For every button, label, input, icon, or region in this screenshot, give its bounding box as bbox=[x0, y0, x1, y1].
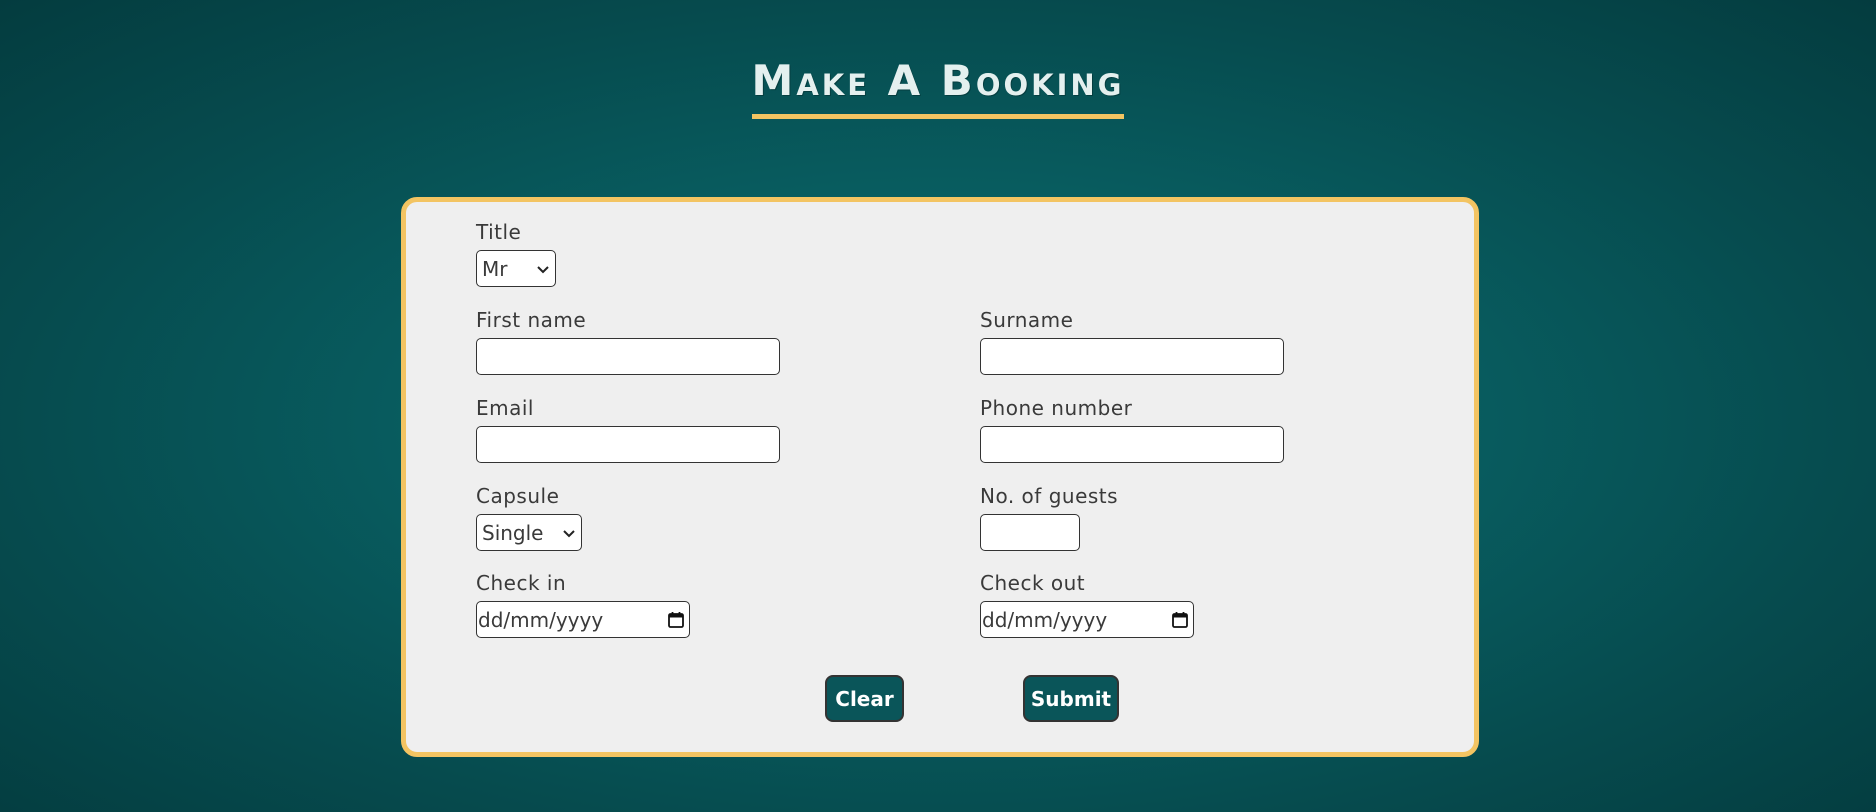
guests-input[interactable] bbox=[980, 514, 1080, 551]
calendar-icon[interactable] bbox=[667, 611, 685, 629]
check-out-field: Check out dd/mm/yyyy bbox=[980, 573, 1194, 638]
phone-input[interactable] bbox=[980, 426, 1284, 463]
calendar-icon[interactable] bbox=[1171, 611, 1189, 629]
first-name-field: First name bbox=[476, 310, 780, 375]
title-field: Title Mr bbox=[476, 222, 556, 287]
capsule-select-value: Single bbox=[482, 520, 544, 545]
email-field: Email bbox=[476, 398, 780, 463]
phone-label: Phone number bbox=[980, 396, 1133, 420]
check-in-field: Check in dd/mm/yyyy bbox=[476, 573, 690, 638]
submit-button[interactable]: Submit bbox=[1023, 675, 1119, 722]
check-out-label: Check out bbox=[980, 571, 1086, 595]
surname-field: Surname bbox=[980, 310, 1284, 375]
first-name-input[interactable] bbox=[476, 338, 780, 375]
check-out-input[interactable]: dd/mm/yyyy bbox=[980, 601, 1194, 638]
check-in-label: Check in bbox=[476, 571, 567, 595]
page-header: Make A Booking bbox=[0, 60, 1876, 119]
check-out-placeholder: dd/mm/yyyy bbox=[982, 607, 1108, 632]
first-name-label: First name bbox=[476, 308, 587, 332]
surname-input[interactable] bbox=[980, 338, 1284, 375]
surname-label: Surname bbox=[980, 308, 1074, 332]
chevron-down-icon bbox=[563, 529, 575, 537]
check-in-input[interactable]: dd/mm/yyyy bbox=[476, 601, 690, 638]
check-in-placeholder: dd/mm/yyyy bbox=[478, 607, 604, 632]
capsule-select[interactable]: Single bbox=[476, 514, 582, 551]
guests-field: No. of guests bbox=[980, 486, 1118, 551]
email-label: Email bbox=[476, 396, 534, 420]
chevron-down-icon bbox=[537, 265, 549, 273]
booking-form: Title Mr First name Surname Email Phone … bbox=[401, 197, 1479, 757]
title-select[interactable]: Mr bbox=[476, 250, 556, 287]
capsule-label: Capsule bbox=[476, 484, 560, 508]
capsule-field: Capsule Single bbox=[476, 486, 582, 551]
email-input[interactable] bbox=[476, 426, 780, 463]
phone-field: Phone number bbox=[980, 398, 1284, 463]
title-label: Title bbox=[476, 220, 522, 244]
clear-button[interactable]: Clear bbox=[825, 675, 904, 722]
title-select-value: Mr bbox=[482, 256, 508, 281]
page-title: Make A Booking bbox=[751, 60, 1125, 119]
guests-label: No. of guests bbox=[980, 484, 1119, 508]
